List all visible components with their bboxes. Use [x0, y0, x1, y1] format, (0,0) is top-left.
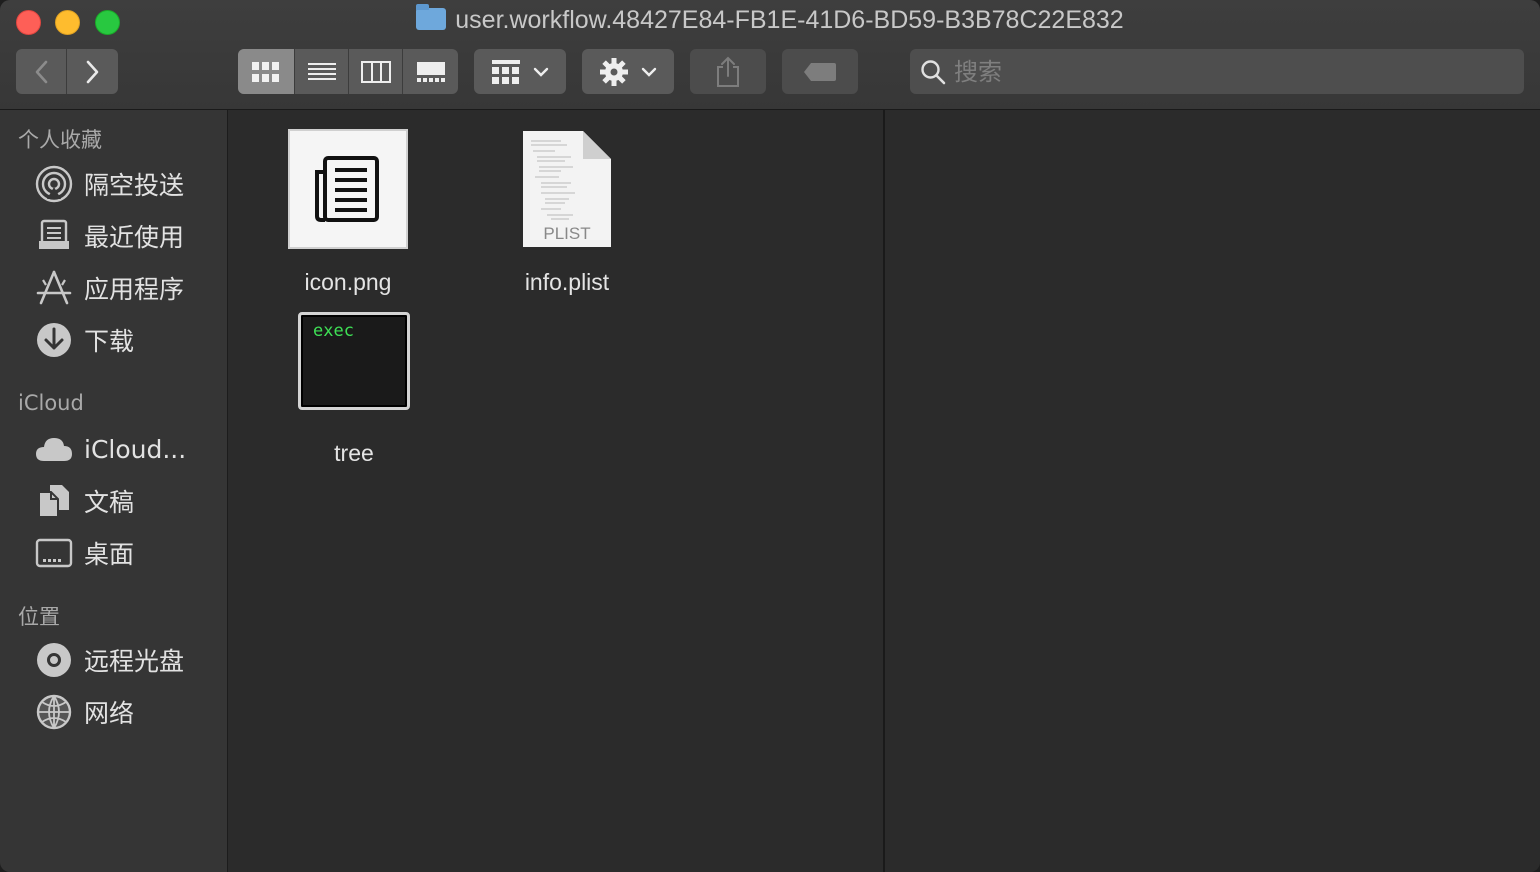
sidebar-item-label: 桌面 [84, 540, 135, 569]
applications-icon [34, 268, 74, 308]
sidebar-item-label: iCloud... [84, 434, 187, 464]
finder-window: user.workflow.48427E84-FB1E-41D6-BD59-B3… [0, 0, 1540, 872]
sidebar-section-title-icloud: iCloud [18, 391, 84, 415]
sidebar-item-label: 远程光盘 [84, 647, 185, 676]
sidebar-item-desktop[interactable]: 桌面 [0, 530, 228, 576]
chevron-left-icon [35, 60, 48, 83]
folder-icon [416, 4, 447, 30]
list-view-button[interactable] [295, 49, 349, 94]
view-mode-selector [238, 49, 458, 94]
tag-icon [804, 62, 836, 81]
plist-badge: PLIST [543, 224, 591, 243]
sidebar: 个人收藏 隔空投送 最近使用 应用程序 下载 iCloud iCloud... … [0, 110, 228, 872]
terminal-exec-icon: exec [298, 312, 410, 410]
toolbar: user.workflow.48427E84-FB1E-41D6-BD59-B3… [0, 0, 1540, 110]
search-input[interactable] [954, 57, 1514, 86]
action-menu-button[interactable] [582, 49, 674, 94]
downloads-icon [34, 320, 74, 360]
chevron-right-icon [86, 60, 98, 83]
group-by-button[interactable] [474, 49, 566, 94]
tag-button[interactable] [782, 49, 858, 94]
column-view-button[interactable] [349, 49, 403, 94]
grid-icon [252, 61, 279, 82]
airdrop-icon [34, 164, 74, 204]
file-item-info-plist[interactable]: PLIST info.plist [517, 129, 617, 296]
group-grid-icon [492, 59, 520, 84]
preview-pane [886, 110, 1540, 872]
sidebar-item-remote-disc[interactable]: 远程光盘 [0, 637, 228, 683]
sidebar-item-downloads[interactable]: 下载 [0, 317, 228, 363]
plist-file-icon: PLIST [521, 129, 613, 249]
file-item-tree[interactable]: exec tree [297, 312, 411, 467]
sidebar-item-airdrop[interactable]: 隔空投送 [0, 161, 228, 207]
forward-button[interactable] [67, 49, 118, 94]
file-name: info.plist [524, 269, 610, 295]
sidebar-item-label: 文稿 [84, 488, 135, 517]
gallery-view-button[interactable] [403, 49, 458, 94]
remote-disc-icon [34, 640, 74, 680]
documents-icon [34, 481, 74, 521]
sidebar-section-title-favorites: 个人收藏 [18, 128, 102, 152]
share-icon [717, 56, 739, 87]
sidebar-item-documents[interactable]: 文稿 [0, 478, 228, 524]
share-button[interactable] [690, 49, 766, 94]
gallery-icon [416, 61, 445, 82]
back-button[interactable] [16, 49, 67, 94]
sidebar-item-label: 隔空投送 [84, 171, 185, 200]
file-name: icon.png [304, 269, 392, 295]
list-icon [307, 62, 336, 80]
sidebar-section-title-locations: 位置 [18, 605, 60, 629]
gear-icon [600, 57, 628, 86]
icloud-icon [34, 429, 74, 469]
icon-view-button[interactable] [238, 49, 295, 94]
network-icon [34, 692, 74, 732]
sidebar-item-network[interactable]: 网络 [0, 689, 228, 735]
columns-icon [360, 60, 391, 83]
sidebar-item-recents[interactable]: 最近使用 [0, 213, 228, 259]
exec-badge: exec [313, 321, 354, 341]
sidebar-item-label: 应用程序 [84, 275, 185, 304]
file-browser-area: icon.png PLIST info.plist exec tree [229, 110, 885, 872]
file-item-icon-png[interactable]: icon.png [287, 129, 409, 296]
desktop-icon [34, 533, 74, 573]
document-list-icon [288, 129, 408, 249]
sidebar-item-icloud-drive[interactable]: iCloud... [0, 426, 228, 472]
chevron-down-icon [641, 67, 657, 77]
recents-icon [34, 216, 74, 256]
sidebar-item-label: 下载 [84, 327, 135, 356]
chevron-down-icon [533, 67, 549, 77]
sidebar-item-applications[interactable]: 应用程序 [0, 265, 228, 311]
window-title: user.workflow.48427E84-FB1E-41D6-BD59-B3… [0, 4, 1540, 35]
sidebar-item-label: 网络 [84, 699, 135, 728]
window-title-text: user.workflow.48427E84-FB1E-41D6-BD59-B3… [455, 6, 1124, 34]
sidebar-item-label: 最近使用 [84, 223, 185, 252]
file-name: tree [334, 440, 374, 466]
search-icon [921, 59, 946, 84]
search-field[interactable] [910, 49, 1524, 94]
navigation-buttons [16, 49, 118, 94]
